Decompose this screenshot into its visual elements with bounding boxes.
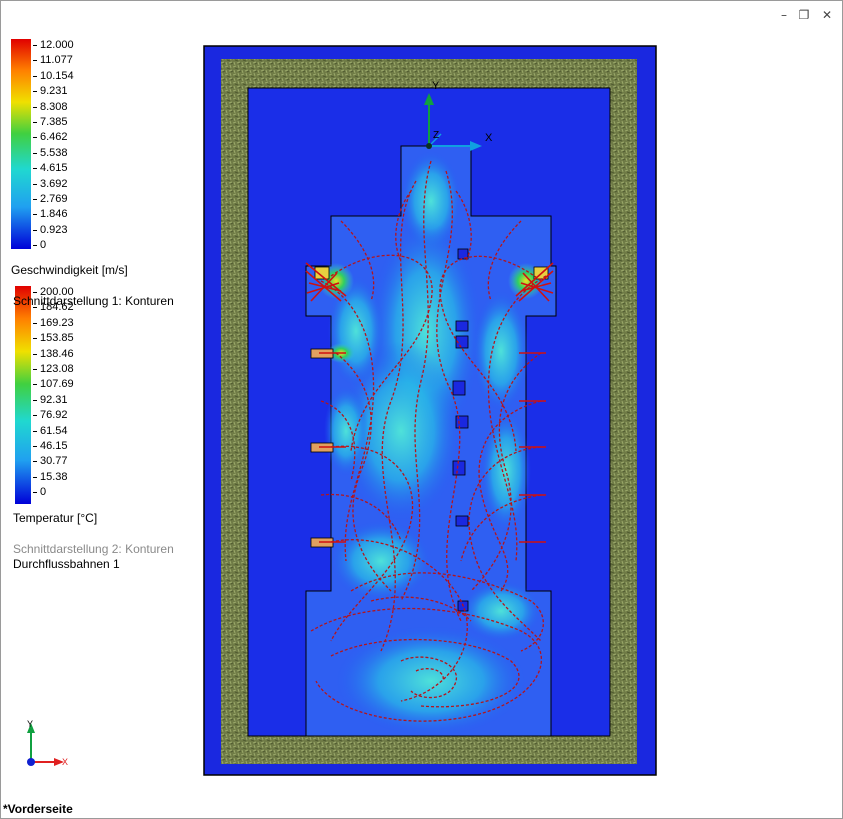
legend-tick-label: 7.385	[33, 116, 68, 128]
temperature-legend[interactable]: 200.00 184.62 169.23 153.85 138.46 123.08 107.…	[11, 286, 121, 511]
section2-label[interactable]: Schnittdarstellung 2: Konturen	[13, 542, 174, 556]
legend-tick-label: 92.31	[33, 393, 68, 406]
legend-tick-label: 4.615	[33, 162, 68, 175]
legend-tick-label: 11.077	[33, 54, 73, 67]
legend-tick-label: 6.462	[33, 131, 68, 144]
legend-tick-label: 5.538	[33, 146, 68, 159]
graphics-viewport[interactable]: X Y Z	[1, 1, 843, 819]
legend-tick-label: 3.692	[33, 177, 68, 190]
legend-tick-label: 9.231	[33, 85, 68, 98]
legend-tick-label: 169.23	[33, 316, 74, 329]
section1-label[interactable]: Schnittdarstellung 1: Konturen	[13, 294, 174, 308]
model-axis-y-label: Y	[432, 80, 440, 92]
reference-triad[interactable]: Y X	[15, 717, 75, 777]
legend-tick-label: 12.000	[33, 39, 74, 51]
model-axis-x-label: X	[485, 132, 493, 144]
flow-trajectories-label[interactable]: Durchflussbahnen 1	[13, 557, 120, 571]
legend-tick-label: 123.08	[33, 363, 74, 375]
legend-tick-label: 8.308	[33, 100, 68, 113]
velocity-legend-title: Geschwindigkeit [m/s]	[11, 263, 128, 277]
legend-tick-label: 30.77	[33, 455, 68, 468]
velocity-legend[interactable]: 12.000 11.077 10.154 9.231 8.308 7.385 6.462 5.…	[11, 39, 121, 289]
legend-tick-label: 15.38	[33, 470, 68, 483]
legend-tick-label: 0	[32, 486, 47, 499]
temperature-legend-title: Temperatur [°C]	[13, 511, 98, 525]
triad-x-label: X	[62, 757, 68, 767]
legend-tick-label: 1.846	[33, 208, 68, 221]
legend-tick-label: 138.46	[33, 347, 74, 360]
simulation-window: – ❐ ✕ X Y Z 12.000 11.077 10.154 9.231 8…	[0, 0, 843, 819]
legend-tick-label: 107.69	[33, 378, 74, 391]
legend-tick-label: 76.92	[33, 409, 68, 422]
legend-tick-label: 61.54	[33, 424, 68, 437]
legend-tick-label: 46.15	[33, 440, 68, 452]
cabinet-model	[203, 45, 657, 776]
velocity-color-bar	[11, 39, 31, 249]
triad-y-label: Y	[27, 719, 33, 729]
model-axis-z-label: Z	[433, 130, 439, 141]
legend-tick-label: 153.85	[33, 332, 74, 345]
legend-tick-label: 10.154	[33, 69, 74, 82]
view-name: *Vorderseite	[3, 802, 73, 816]
legend-tick-label: 0.923	[33, 223, 68, 236]
temperature-color-bar	[15, 286, 31, 504]
legend-tick-label: 2.769	[33, 193, 68, 205]
legend-tick-label: 0	[32, 239, 47, 252]
